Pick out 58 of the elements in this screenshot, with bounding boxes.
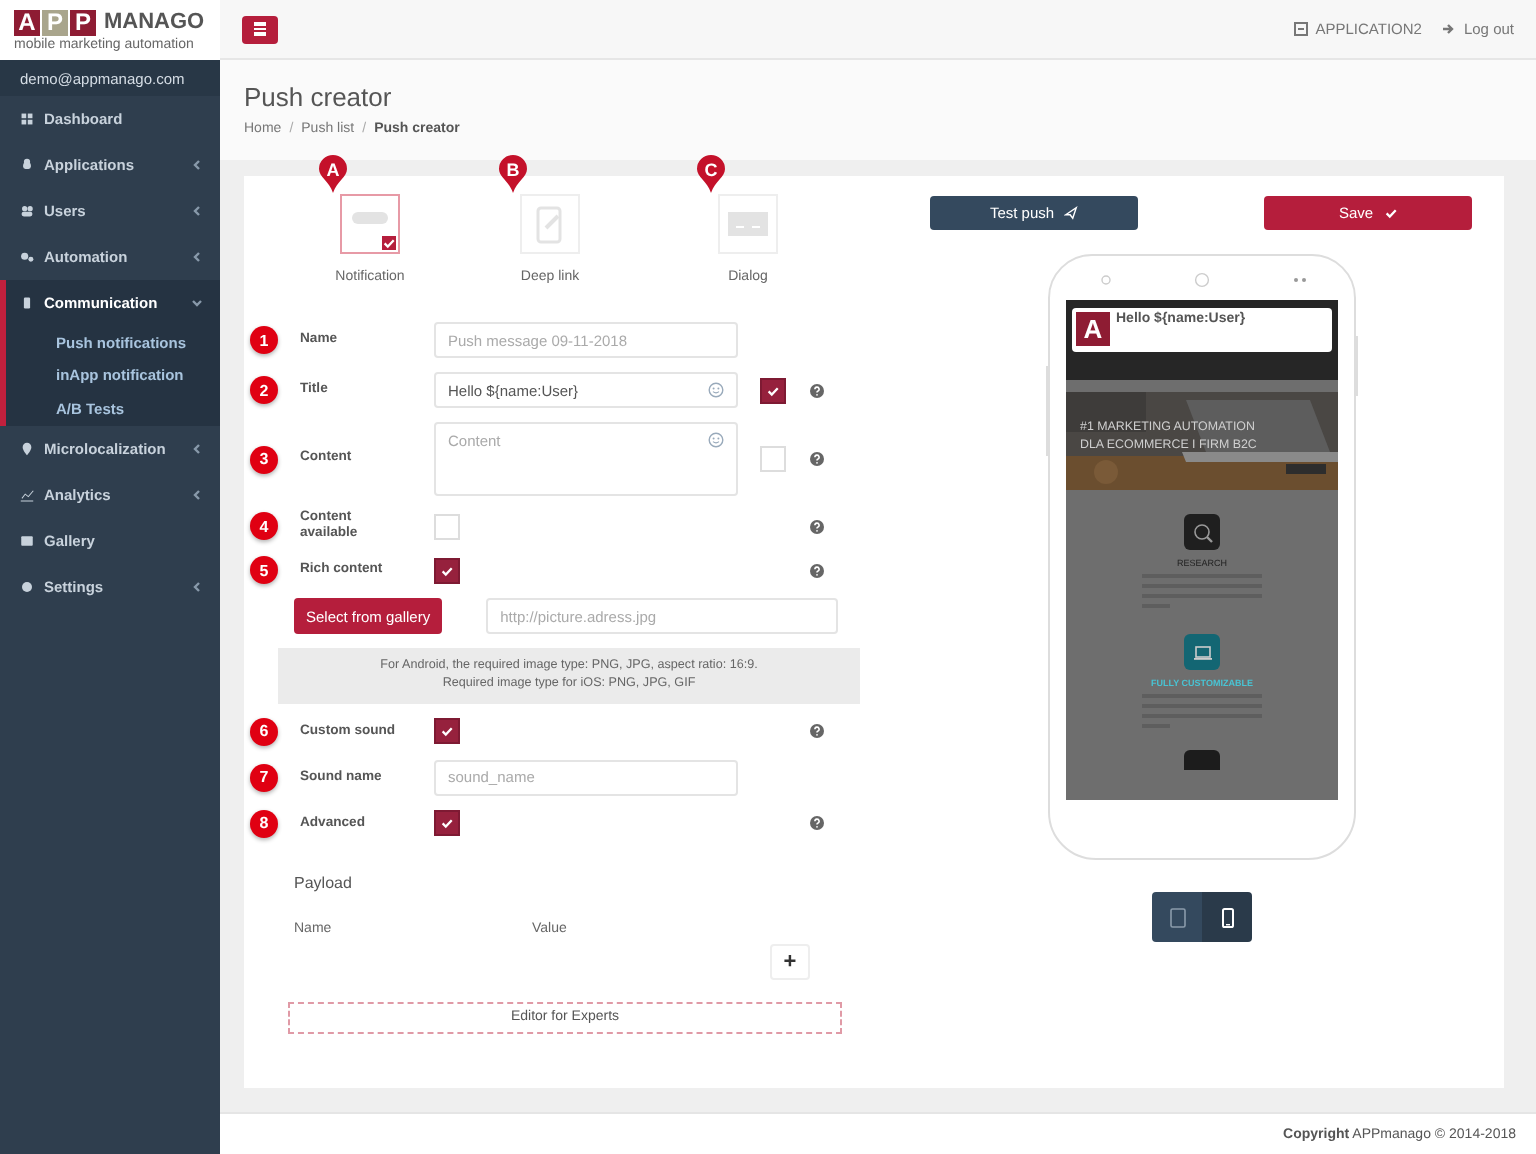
step-badge: 1 [250,326,278,354]
check-icon [440,816,454,831]
check-icon [440,563,454,578]
notification-icon [352,212,388,224]
checkbox[interactable] [434,557,460,584]
feature-icon [1184,750,1220,770]
tablet-icon [1169,907,1185,927]
help-icon[interactable] [810,816,824,831]
app-icon [1293,22,1308,36]
help-icon[interactable] [810,724,824,739]
help-icon[interactable] [810,383,824,397]
phone-view-button[interactable] [1202,892,1252,942]
step-badge: 6 [250,717,278,746]
app-logo: A [1076,312,1110,346]
checkbox[interactable] [434,810,460,837]
chevron-icon [192,206,202,216]
menu-item-icon [20,158,34,172]
step-badge: 7 [250,763,278,792]
menu-item-icon [20,112,34,126]
chevron-icon [192,443,202,453]
check-icon [1383,206,1398,220]
send-icon [1064,206,1079,220]
step-badge: 3 [250,445,278,473]
menu-item-icon [20,296,34,310]
payload-title: Payload [294,873,354,892]
help-icon[interactable] [810,452,824,466]
checkbox[interactable] [434,718,460,745]
laptop-icon [1184,634,1220,670]
phone-icon [1219,907,1235,927]
check-icon [440,724,454,739]
chevron-icon [192,298,202,308]
menu-item-icon [20,441,34,455]
menu-item-icon [20,250,34,264]
step-badge: 5 [250,556,278,585]
help-icon[interactable] [810,519,824,534]
menu-item-icon [20,487,34,501]
help-icon[interactable] [810,563,824,578]
chevron-icon [192,581,202,591]
chevron-icon [192,252,202,262]
menu-button[interactable] [242,15,278,43]
step-badge: 2 [250,376,278,404]
menu-item-icon [20,204,34,218]
logout-icon [1441,22,1456,36]
checkbox[interactable] [760,377,786,403]
marker-pin: B [498,154,528,194]
step-badge: 4 [250,512,278,541]
type-option[interactable] [340,194,400,254]
menu-item-icon [20,579,34,593]
step-badge: 8 [250,809,278,838]
marker-pin: A [318,154,348,194]
check-icon [382,236,396,250]
add-button[interactable]: + [770,943,810,980]
menu-item-icon [20,533,34,547]
chevron-icon [192,489,202,499]
page-title: Push creator [244,82,394,112]
marker-pin: C [696,154,726,194]
chevron-icon [192,160,202,170]
check-icon [766,383,780,397]
